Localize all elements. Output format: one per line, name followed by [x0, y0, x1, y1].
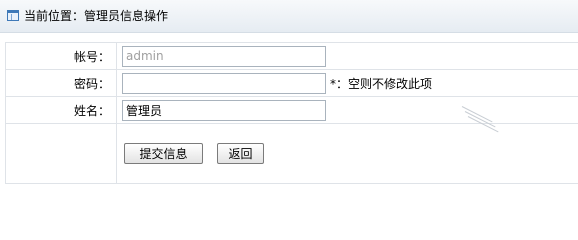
button-cell: 提交信息 返回 [116, 123, 578, 184]
submit-button[interactable]: 提交信息 [124, 143, 203, 164]
button-row-label-cell [5, 123, 117, 184]
password-label: 密码： [5, 69, 117, 97]
page-title: 当前位置：管理员信息操作 [24, 9, 169, 23]
account-label: 帐号： [5, 42, 117, 70]
account-input [122, 45, 326, 67]
name-cell [116, 96, 578, 124]
breadcrumb-bar: 当前位置：管理员信息操作 [0, 0, 578, 33]
window-icon [7, 10, 19, 21]
back-button[interactable]: 返回 [217, 143, 264, 164]
name-label: 姓名： [5, 96, 117, 124]
password-row: 密码： *：空则不修改此项 [5, 69, 578, 97]
password-cell: *：空则不修改此项 [116, 69, 578, 97]
button-row: 提交信息 返回 [5, 123, 578, 184]
name-input[interactable] [122, 99, 326, 121]
password-input[interactable] [122, 72, 326, 94]
password-note: *：空则不修改此项 [330, 76, 433, 91]
decorative-lines [461, 106, 502, 133]
account-cell [116, 42, 578, 70]
account-row: 帐号： [5, 42, 578, 70]
